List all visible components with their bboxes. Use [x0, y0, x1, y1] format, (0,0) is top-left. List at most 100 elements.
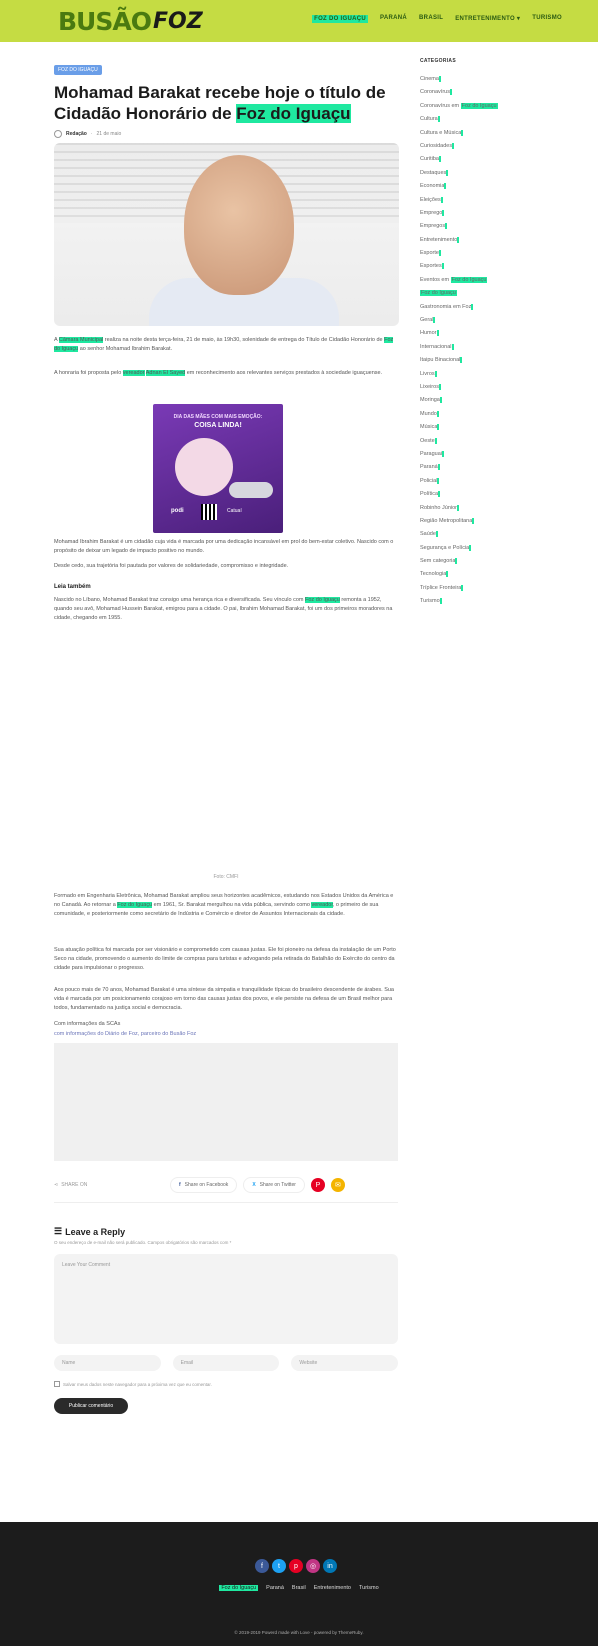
submit-comment-button[interactable]: Publicar comentário	[54, 1398, 128, 1414]
sidebar-item[interactable]: Esportes	[420, 260, 560, 273]
sidebar-item[interactable]: Destaques	[420, 167, 560, 180]
sidebar-item[interactable]: Curitiba	[420, 153, 560, 166]
nav-entretenimento[interactable]: ENTRETENIMENTO ▾	[455, 15, 520, 23]
sidebar-item[interactable]: Economia	[420, 180, 560, 193]
sidebar-item[interactable]: Itaipu Binacional	[420, 354, 560, 367]
ad-banner[interactable]: DIA DAS MÃES COM MAIS EMOÇÃO: COISA LIND…	[153, 404, 283, 533]
sidebar-item[interactable]: Saúde	[420, 528, 560, 541]
sidebar-item[interactable]: Segurança e Polícia	[420, 542, 560, 555]
p1-text-c: ao senhor Mohamad Ibrahim Barakat.	[78, 346, 173, 352]
sidebar-item-label: Saúde	[420, 531, 436, 538]
paragraph-9: Com informações da SCAs	[54, 1021, 121, 1027]
nav-turismo[interactable]: TURISMO	[532, 15, 562, 23]
sidebar-item[interactable]: Livros	[420, 368, 560, 381]
p1-link-camara[interactable]: Câmara Municipal	[58, 337, 104, 343]
sidebar-item[interactable]: Emprego	[420, 207, 560, 220]
share-twitter-button[interactable]: X Share on Twitter	[243, 1177, 305, 1193]
nav-parana[interactable]: PARANÁ	[380, 15, 407, 23]
p5-link-foz[interactable]: Foz do Iguaçu	[305, 597, 340, 603]
footer-nav-item[interactable]: Entretenimento	[314, 1585, 351, 1591]
sidebar-item[interactable]: Tríplice Fronteira	[420, 582, 560, 595]
sidebar-item[interactable]: Paraná	[420, 461, 560, 474]
sidebar-item[interactable]: Coronavírus em Foz do Iguaçu	[420, 100, 560, 113]
sidebar-item-label: Política	[420, 491, 439, 498]
sidebar-item[interactable]: Curiosidades	[420, 140, 560, 153]
sidebar-item[interactable]: Eventos em Foz do Iguaçu	[420, 274, 560, 287]
title-highlight: Foz do Iguaçu	[236, 104, 351, 123]
sidebar-item-label: Cinema	[420, 76, 439, 82]
footer-nav-item[interactable]: Turismo	[359, 1585, 379, 1591]
sidebar-item[interactable]: Lixeiros	[420, 381, 560, 394]
sidebar-item-highlight	[439, 598, 442, 605]
share-facebook-button[interactable]: f Share on Facebook	[170, 1177, 238, 1193]
nav-foz-do-iguacu[interactable]: FOZ DO IGUAÇU	[312, 15, 369, 23]
comment-textarea[interactable]: Leave Your Comment	[54, 1254, 398, 1344]
site-footer: f t p ◎ in Foz do Iguaçu Paraná Brasil Entrete…	[0, 1522, 598, 1646]
nav-brasil[interactable]: BRASIL	[419, 15, 443, 23]
sidebar-item-label: Sem categoria	[420, 558, 456, 565]
sidebar-item[interactable]: Entretenimento	[420, 234, 560, 247]
p2-link-vereador[interactable]: vereador	[122, 370, 145, 376]
footer-nav-item[interactable]: Brasil	[292, 1585, 306, 1591]
sidebar-item[interactable]: Cultura e Música	[420, 127, 560, 140]
twitter-icon[interactable]: t	[272, 1559, 286, 1573]
p6-link-foz[interactable]: Foz do Iguaçu	[117, 902, 153, 908]
sidebar-item[interactable]: Humor	[420, 327, 560, 340]
sidebar-item[interactable]: Coronavírus	[420, 86, 560, 99]
ad-photo	[175, 438, 233, 496]
sidebar-item-label: Coronavírus em	[420, 102, 461, 109]
sidebar-item[interactable]: Empregos	[420, 220, 560, 233]
email-icon[interactable]: ✉	[330, 1178, 345, 1192]
sidebar-item[interactable]: Esporte	[420, 247, 560, 260]
sidebar-item[interactable]: Robinho Júnior	[420, 502, 560, 515]
save-info-checkbox[interactable]	[54, 1381, 60, 1387]
sidebar-item[interactable]: Música	[420, 421, 560, 434]
pinterest-icon[interactable]: p	[289, 1559, 303, 1573]
comment-icon: ☰	[54, 1226, 63, 1236]
sidebar-item-highlight: Foz do Iguaçu	[420, 290, 457, 297]
sidebar-item[interactable]: Paraguai	[420, 448, 560, 461]
sidebar-item[interactable]: Oeste	[420, 435, 560, 448]
linkedin-icon[interactable]: in	[323, 1559, 337, 1573]
sidebar-item[interactable]: Turismo	[420, 595, 560, 608]
name-field[interactable]: Name	[54, 1355, 161, 1371]
sidebar-item-highlight	[461, 129, 464, 136]
source-link[interactable]: com informações do Diário de Foz, parcei…	[54, 1030, 398, 1039]
sidebar-item[interactable]: Gastronomia em Foz	[420, 301, 560, 314]
sidebar-item[interactable]: Geral	[420, 314, 560, 327]
pinterest-icon[interactable]: P	[310, 1178, 325, 1192]
footer-nav-item[interactable]: Paraná	[266, 1585, 284, 1591]
sidebar-item[interactable]: Sem categoria	[420, 555, 560, 568]
instagram-icon[interactable]: ◎	[306, 1559, 320, 1573]
site-logo[interactable]: BUSÃO FOZ	[58, 6, 203, 36]
sidebar-item[interactable]: Cultura	[420, 113, 560, 126]
save-info-checkbox-row: Salvar meus dados neste navegador para a…	[54, 1381, 212, 1387]
sidebar-item[interactable]: Tecnologia	[420, 568, 560, 581]
sidebar-item[interactable]: Internacional	[420, 341, 560, 354]
p6-link-vereador[interactable]: vereador	[311, 902, 333, 908]
footer-social-icons: f t p ◎ in	[255, 1559, 337, 1573]
email-field[interactable]: Email	[172, 1355, 280, 1371]
sidebar-item[interactable]: Moringa	[420, 394, 560, 407]
sidebar-item-label: Região Metropolitana	[420, 517, 473, 524]
paragraph-5: Nascido no Líbano, Mohamad Barakat traz …	[54, 596, 398, 623]
sidebar-item[interactable]: Região Metropolitana	[420, 515, 560, 528]
facebook-icon[interactable]: f	[255, 1559, 269, 1573]
author-name[interactable]: Redação	[66, 131, 87, 137]
sidebar-item-label: Tríplice Fronteira	[420, 584, 462, 591]
sidebar-item-label: Mundo	[420, 410, 437, 417]
footer-nav-foz[interactable]: Foz do Iguaçu	[219, 1585, 259, 1591]
logo-main: BUSÃO	[58, 6, 152, 36]
sidebar-item[interactable]: Mundo	[420, 408, 560, 421]
sidebar-item-highlight	[460, 357, 463, 364]
sidebar-item-highlight: Foz do Iguaçu	[450, 276, 488, 283]
sidebar-item[interactable]: Policial	[420, 475, 560, 488]
sidebar-item[interactable]: Foz do Iguaçu	[420, 287, 560, 300]
sidebar-item[interactable]: Cinema	[420, 73, 560, 86]
footer-copyright: © 2019-2019 Powerd made with Love - powe…	[234, 1630, 364, 1635]
p2-link-adnan[interactable]: Adnan El Sayed	[145, 370, 186, 376]
category-tag[interactable]: FOZ DO IGUAÇU	[54, 65, 102, 75]
sidebar-item[interactable]: Eleições	[420, 194, 560, 207]
website-field[interactable]: Website	[291, 1355, 399, 1371]
sidebar-item[interactable]: Política	[420, 488, 560, 501]
